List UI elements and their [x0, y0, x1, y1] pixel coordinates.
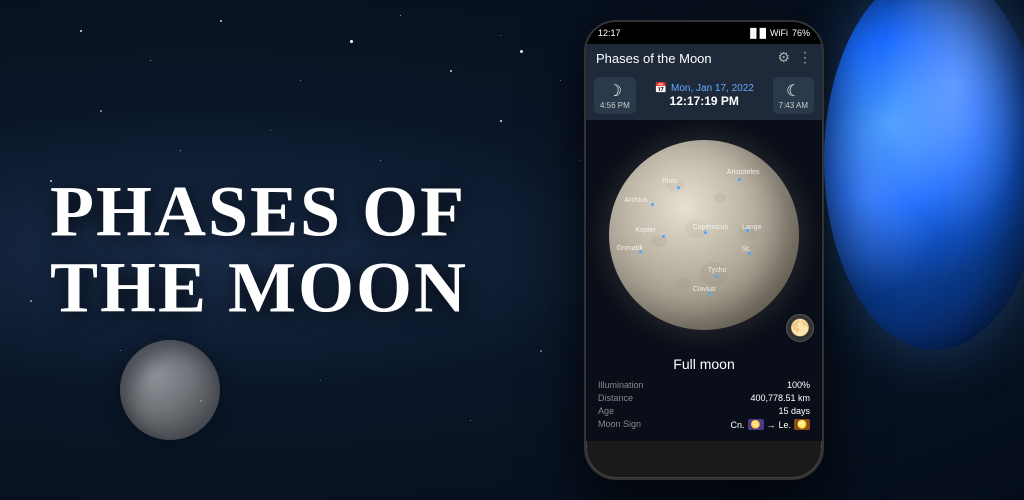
moon-display[interactable]: Aristoteles Plato Archius Kepler Coperni… — [586, 120, 822, 350]
moonrise-time: 4:56 PM — [600, 101, 630, 110]
app-bar-icons: ⚙ ⋮ — [777, 50, 812, 67]
moon-info-section: Full moon Illumination 100% Distance 400… — [586, 350, 822, 441]
cancer-badge: ♋ — [748, 419, 764, 430]
moon-sign-label: Moon Sign — [598, 419, 641, 430]
distance-value: 400,778.51 km — [750, 393, 810, 403]
earth-decoration — [824, 0, 1024, 350]
age-row: Age 15 days — [598, 406, 810, 416]
leo-badge: ♌ — [794, 419, 810, 430]
moonset-icon: ☾ — [786, 81, 800, 101]
illumination-value: 100% — [787, 380, 810, 390]
more-vert-icon[interactable]: ⋮ — [798, 50, 812, 67]
status-icons: ▐▌█ WiFi 76% — [747, 28, 810, 38]
age-label: Age — [598, 406, 614, 416]
illumination-label: Illumination — [598, 380, 644, 390]
distance-label: Distance — [598, 393, 633, 403]
illumination-row: Illumination 100% — [598, 380, 810, 390]
phone-mockup: 12:17 ▐▌█ WiFi 76% Phases of the Moon ⚙ … — [584, 20, 824, 480]
datetime-row: ☽ 4:56 PM 📅 Mon, Jan 17, 2022 12:17:19 P… — [586, 73, 822, 120]
moon-sign-to-text: Le. — [779, 420, 792, 430]
battery-indicator: 76% — [792, 28, 810, 38]
small-moon-decoration — [120, 340, 220, 440]
crater-dot-clavius — [708, 292, 711, 295]
settings-icon[interactable]: ⚙ — [777, 50, 790, 67]
moon-sign-arrow: → — [767, 420, 776, 430]
phone-screen: 12:17 ▐▌█ WiFi 76% Phases of the Moon ⚙ … — [584, 20, 824, 480]
app-bar-title: Phases of the Moon — [596, 51, 712, 66]
crater-dot-archius — [651, 203, 654, 206]
app-bar: Phases of the Moon ⚙ ⋮ — [586, 44, 822, 73]
moon-sign-row: Moon Sign Cn. ♋ → Le. ♌ — [598, 419, 810, 430]
time-display: 12:17:19 PM — [655, 94, 754, 108]
moonset-time: 7:43 AM — [779, 101, 808, 110]
status-time: 12:17 — [598, 28, 621, 38]
age-value: 15 days — [778, 406, 810, 416]
app-title-section: Phases of the Moon — [50, 174, 468, 325]
signal-icon: ▐▌█ — [747, 28, 766, 38]
status-bar: 12:17 ▐▌█ WiFi 76% — [586, 22, 822, 44]
date-display: 📅 Mon, Jan 17, 2022 — [655, 83, 754, 94]
crater-dot-st — [748, 252, 751, 255]
moon-sign-value: Cn. ♋ → Le. ♌ — [731, 419, 810, 430]
moon-sphere — [609, 140, 799, 330]
calendar-icon: 📅 — [655, 83, 667, 94]
moonrise-indicator: ☽ 4:56 PM — [594, 77, 636, 114]
moonrise-icon: ☽ — [608, 81, 622, 101]
app-title: Phases of the Moon — [50, 174, 468, 325]
phase-name: Full moon — [598, 356, 810, 372]
phase-icon[interactable]: 🌕 — [786, 314, 814, 342]
info-table: Illumination 100% Distance 400,778.51 km… — [598, 380, 810, 430]
center-datetime[interactable]: 📅 Mon, Jan 17, 2022 12:17:19 PM — [655, 83, 754, 108]
moonset-indicator: ☾ 7:43 AM — [773, 77, 814, 114]
wifi-icon: WiFi — [770, 28, 788, 38]
distance-row: Distance 400,778.51 km — [598, 393, 810, 403]
moon-sign-from-text: Cn. — [731, 420, 745, 430]
